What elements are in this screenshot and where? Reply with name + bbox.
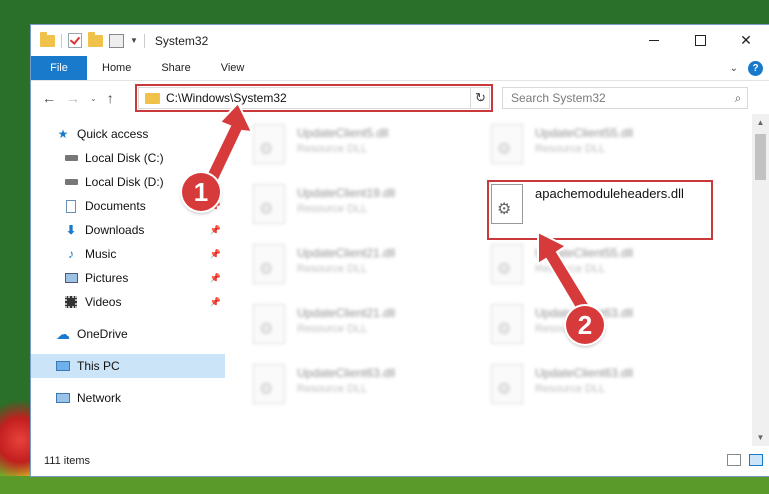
dll-file-icon bbox=[491, 304, 523, 344]
pin-icon[interactable]: 📌 bbox=[210, 225, 221, 236]
address-bar-highlight bbox=[135, 84, 493, 112]
dll-file-icon bbox=[491, 364, 523, 404]
new-folder-icon[interactable] bbox=[88, 31, 103, 47]
file-item[interactable]: UpdateClient63.dllResource DLL bbox=[253, 364, 483, 420]
scroll-up-icon[interactable]: ▲ bbox=[752, 114, 769, 131]
sidebar-item-network[interactable]: Network bbox=[31, 386, 225, 410]
pin-icon[interactable]: 📌 bbox=[210, 297, 221, 308]
maximize-icon bbox=[694, 35, 706, 46]
search-box[interactable]: ⌕ bbox=[502, 87, 748, 109]
details-view-icon[interactable] bbox=[727, 454, 741, 466]
sidebar-item-this-pc[interactable]: This PC bbox=[31, 354, 225, 378]
cloud-icon: ☁ bbox=[56, 325, 70, 342]
download-icon: ⬇ bbox=[65, 223, 77, 237]
documents-icon bbox=[63, 199, 79, 213]
dll-file-icon bbox=[253, 184, 285, 224]
folder-icon bbox=[40, 31, 55, 47]
scroll-thumb[interactable] bbox=[755, 134, 766, 180]
dll-file-icon bbox=[253, 244, 285, 284]
sidebar-item-onedrive[interactable]: ☁ OneDrive bbox=[31, 322, 225, 346]
drive-icon bbox=[63, 175, 79, 189]
chevron-down-icon[interactable]: ▼ bbox=[130, 36, 138, 45]
pin-icon[interactable]: 📌 bbox=[210, 249, 221, 260]
file-item[interactable]: UpdateClient63.dllResource DLL bbox=[491, 304, 721, 360]
help-icon[interactable]: ? bbox=[748, 60, 763, 76]
close-icon: ✕ bbox=[740, 32, 752, 48]
address-row: ← → ⌄ ↑ C:\Windows\System32 ⌄ ↻ ⌕ bbox=[31, 81, 769, 115]
file-item[interactable]: UpdateClient5.dllResource DLL bbox=[253, 124, 483, 180]
expand-ribbon-icon[interactable]: ⌄ bbox=[730, 63, 738, 74]
dll-file-icon bbox=[491, 124, 523, 164]
main-area: ★ Quick access Local Disk (C:) Local Dis… bbox=[31, 114, 769, 446]
ribbon-tabs: File Home Share View ⌄ ? bbox=[31, 56, 769, 81]
scroll-down-icon[interactable]: ▼ bbox=[752, 429, 769, 446]
star-icon: ★ bbox=[57, 127, 69, 141]
file-explorer-window: ▼ System32 ✕ File Home Share View ⌄ ? ← … bbox=[31, 25, 769, 476]
tab-home[interactable]: Home bbox=[87, 56, 146, 80]
videos-icon bbox=[63, 295, 79, 309]
tab-file[interactable]: File bbox=[31, 56, 87, 80]
tab-view[interactable]: View bbox=[206, 56, 260, 80]
minimize-icon bbox=[649, 40, 659, 41]
sidebar-item-videos[interactable]: Videos 📌 bbox=[31, 290, 225, 314]
dll-file-icon bbox=[253, 364, 285, 404]
back-arrow-icon[interactable]: ← bbox=[42, 90, 56, 106]
file-item[interactable]: UpdateClient21.dllResource DLL bbox=[253, 304, 483, 360]
file-highlight bbox=[487, 180, 713, 240]
file-list: UpdateClient5.dllResource DLL UpdateClie… bbox=[225, 114, 741, 446]
item-count: 111 items bbox=[44, 455, 91, 467]
window-controls: ✕ bbox=[631, 25, 769, 56]
dll-file-icon bbox=[253, 124, 285, 164]
navigation-buttons: ← → ⌄ ↑ bbox=[31, 90, 127, 106]
tab-share[interactable]: Share bbox=[146, 56, 205, 80]
file-item[interactable]: UpdateClient55.dllResource DLL bbox=[491, 244, 721, 300]
music-icon: ♪ bbox=[68, 247, 74, 261]
maximize-button[interactable] bbox=[677, 25, 723, 56]
properties-check-icon[interactable] bbox=[68, 33, 82, 48]
sidebar-item-music[interactable]: ♪ Music 📌 bbox=[31, 242, 225, 266]
status-bar: 111 items bbox=[31, 446, 769, 476]
drive-icon bbox=[63, 151, 79, 165]
file-item[interactable]: UpdateClient19.dllResource DLL bbox=[253, 184, 483, 240]
search-icon[interactable]: ⌕ bbox=[729, 91, 747, 106]
up-arrow-icon[interactable]: ↑ bbox=[107, 90, 114, 106]
sidebar-item-local-disk-c[interactable]: Local Disk (C:) bbox=[31, 146, 225, 170]
file-item[interactable]: UpdateClient55.dllResource DLL bbox=[491, 124, 721, 180]
window-title: System32 bbox=[154, 33, 209, 48]
dll-file-icon bbox=[491, 244, 523, 284]
navigation-pane: ★ Quick access Local Disk (C:) Local Dis… bbox=[31, 114, 225, 446]
search-input[interactable] bbox=[503, 88, 729, 108]
dll-file-icon bbox=[253, 304, 285, 344]
file-item[interactable]: UpdateClient21.dllResource DLL bbox=[253, 244, 483, 300]
sidebar-item-pictures[interactable]: Pictures 📌 bbox=[31, 266, 225, 290]
quick-access-toolbar: ▼ bbox=[31, 31, 145, 48]
computer-icon bbox=[55, 359, 71, 373]
minimize-button[interactable] bbox=[631, 25, 677, 56]
title-bar: ▼ System32 ✕ bbox=[31, 25, 769, 56]
network-icon bbox=[55, 391, 71, 405]
step-2-badge: 2 bbox=[566, 306, 604, 344]
desktop-wallpaper-strip bbox=[0, 476, 769, 494]
vertical-scrollbar[interactable]: ▲ ▼ bbox=[752, 114, 769, 446]
customize-icon[interactable] bbox=[109, 33, 124, 48]
sidebar-item-quick-access[interactable]: ★ Quick access bbox=[31, 122, 225, 146]
file-item[interactable]: UpdateClient63.dllResource DLL bbox=[491, 364, 721, 420]
recent-locations-chevron-icon[interactable]: ⌄ bbox=[90, 94, 97, 103]
step-1-badge: 1 bbox=[182, 173, 220, 211]
forward-arrow-icon[interactable]: → bbox=[66, 90, 80, 106]
pin-icon[interactable]: 📌 bbox=[210, 273, 221, 284]
sidebar-item-downloads[interactable]: ⬇ Downloads 📌 bbox=[31, 218, 225, 242]
close-button[interactable]: ✕ bbox=[723, 25, 769, 56]
pictures-icon bbox=[63, 271, 79, 285]
large-icons-view-icon[interactable] bbox=[749, 454, 763, 466]
